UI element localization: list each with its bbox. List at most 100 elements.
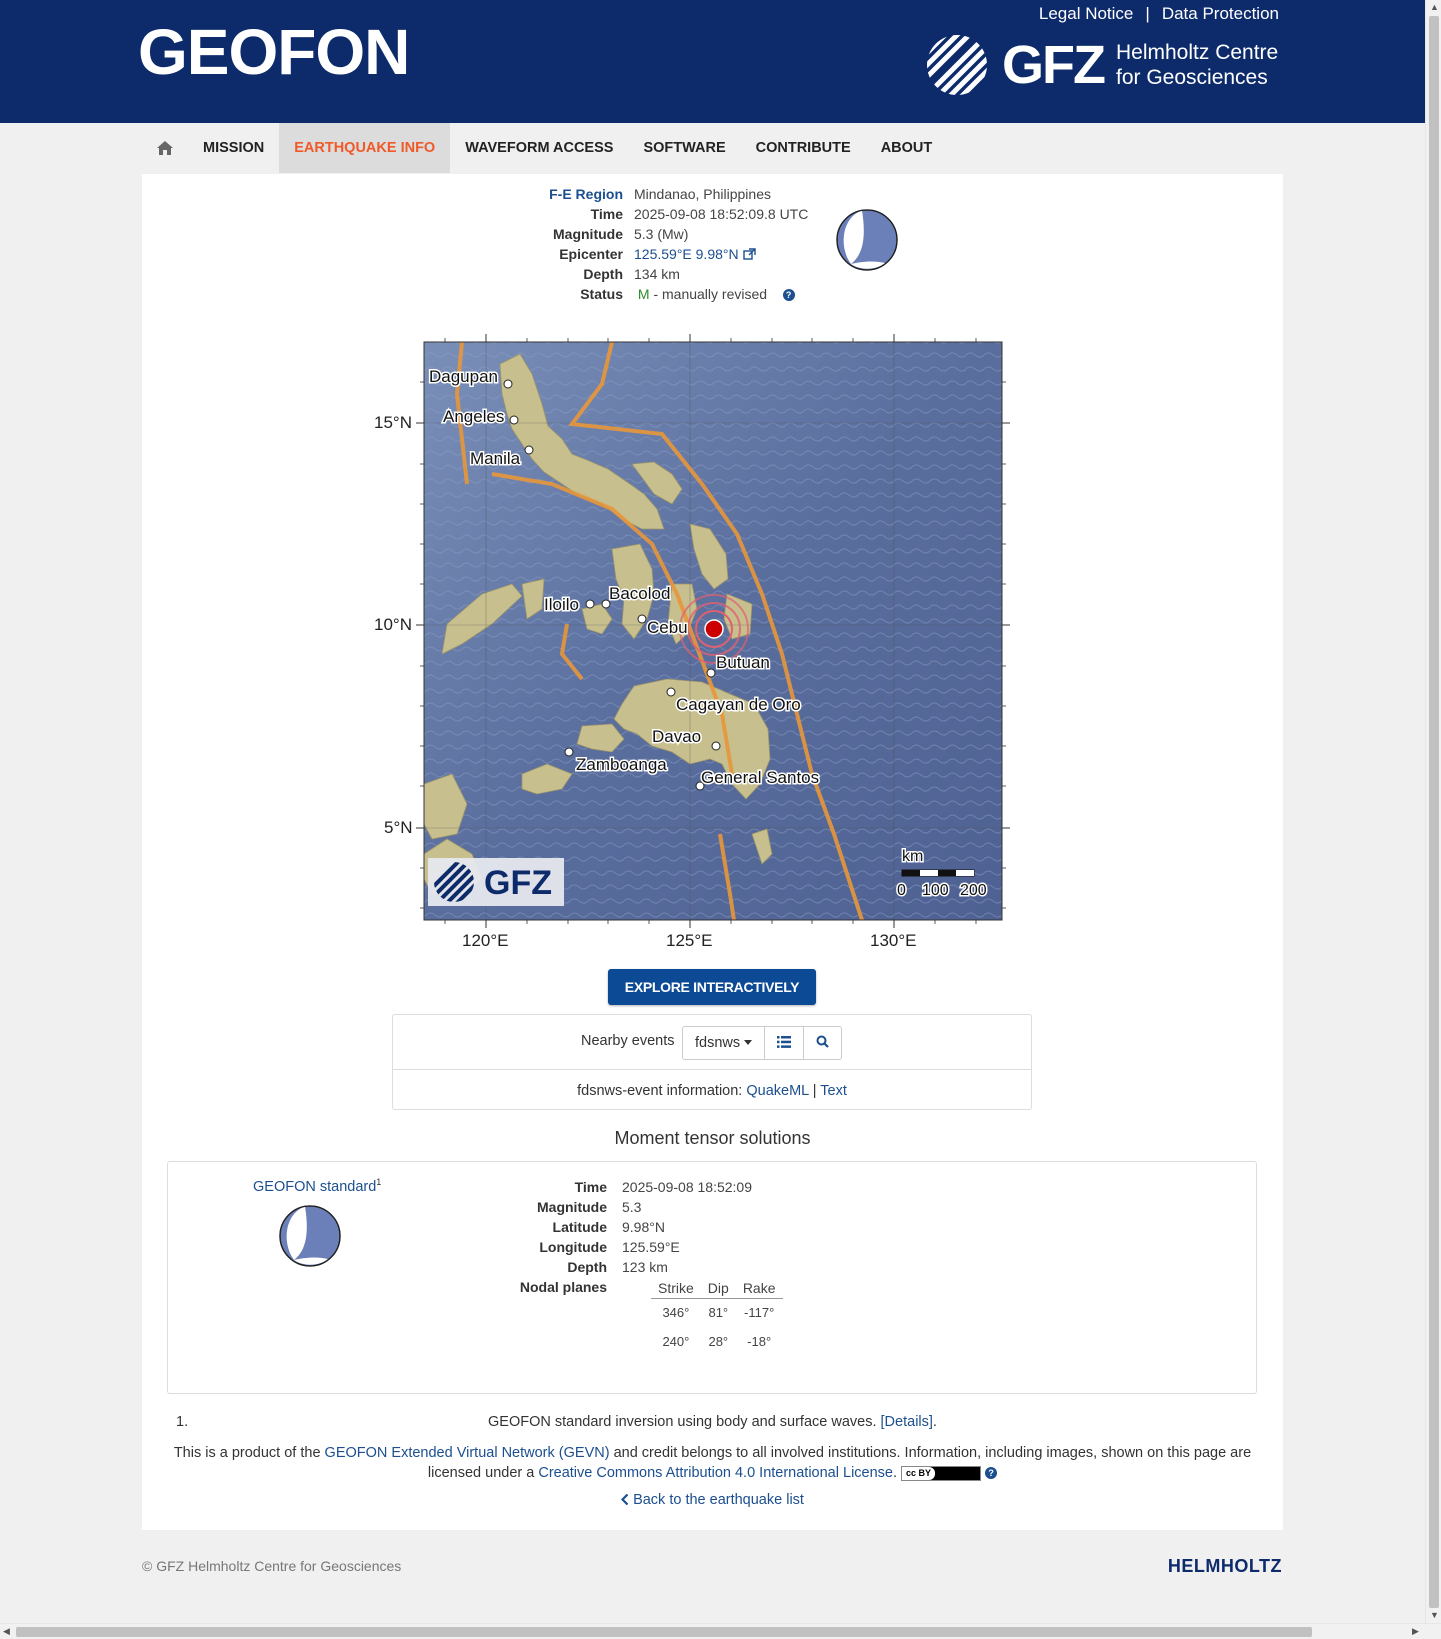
top-links: Legal Notice | Data Protection (1039, 3, 1279, 25)
nearby-events-controls: fdsnws (682, 1026, 843, 1060)
magnitude-value: 5.3 (Mw) (634, 226, 689, 242)
time-value: 2025-09-08 18:52:09.8 UTC (634, 206, 809, 222)
status-text: - manually revised (649, 286, 768, 302)
gfz-wordmark: GFZ (1002, 35, 1106, 95)
search-icon (816, 1035, 829, 1048)
gfz-stripes-icon (927, 35, 987, 95)
back-to-list-link[interactable]: Back to the earthquake list (633, 1492, 804, 1508)
epicenter-link[interactable]: 125.59°E 9.98°N (634, 246, 739, 262)
service-dropdown[interactable]: fdsnws (683, 1027, 766, 1059)
geofon-standard-link[interactable]: GEOFON standard (253, 1179, 376, 1195)
fe-region-label[interactable]: F-E Region (534, 184, 634, 204)
cc-badge-text: cc BY (902, 1466, 936, 1480)
nav-item-about[interactable]: ABOUT (866, 123, 948, 173)
mt-latitude-value: 9.98°N (622, 1219, 665, 1235)
moment-tensor-title: Moment tensor solutions (614, 1128, 811, 1148)
question-icon[interactable]: ? (985, 1467, 998, 1480)
status-code: M (637, 286, 650, 302)
lon-label: 125°E (666, 931, 713, 950)
gfz-subtitle-line2: for Geosciences (1116, 66, 1268, 89)
list-button[interactable] (765, 1027, 805, 1059)
nav-item-earthquake-info[interactable]: EARTHQUAKE INFO (279, 123, 451, 173)
city-label: Zamboanga (576, 755, 667, 774)
explore-interactively-button[interactable]: EXPLORE INTERACTIVELY (608, 969, 816, 1005)
license-text: . (892, 1465, 898, 1481)
license-text: This is a product of the (173, 1445, 325, 1461)
scale-tick: 0 (897, 882, 906, 899)
horizontal-scrollbar[interactable]: ◀ ▶ (0, 1623, 1441, 1639)
scroll-up-icon[interactable]: ▲ (1430, 2, 1439, 12)
gfz-subtitle-line1: Helmholtz Centre (1116, 41, 1279, 64)
status-value: M - manually revised ? (634, 284, 795, 304)
map-logo-text: GFZ (484, 864, 552, 902)
quakeml-link[interactable]: QuakeML (746, 1083, 808, 1099)
back-to-list[interactable]: Back to the earthquake list (142, 1492, 1283, 1508)
depth-value: 134 km (634, 266, 680, 282)
scroll-right-icon[interactable]: ▶ (1412, 1626, 1419, 1637)
question-icon[interactable]: ? (782, 289, 795, 302)
main-content: F-E Region Mindanao, Philippines Time 2025… (142, 174, 1283, 1530)
city-label: Dagupan (429, 367, 498, 386)
details-link[interactable]: [Details] (881, 1414, 933, 1430)
city-label: Bacolod (609, 584, 670, 603)
mt-depth-value: 123 km (622, 1259, 668, 1275)
vertical-scrollbar[interactable]: ▲ ▼ (1425, 0, 1441, 1623)
lat-label: 10°N (374, 615, 412, 634)
scale-tick: 100 (922, 882, 949, 899)
vertical-scroll-thumb[interactable] (1429, 16, 1439, 1608)
gevn-link[interactable]: GEOFON Extended Virtual Network (GEVN) (325, 1445, 610, 1461)
search-button[interactable] (804, 1027, 841, 1059)
footnote-period: . (932, 1414, 937, 1430)
home-icon (157, 141, 173, 155)
mt-beachball-icon[interactable] (278, 1204, 342, 1268)
nodal-dip: 28° (708, 1334, 729, 1349)
epicenter-value: 125.59°E 9.98°N (634, 244, 756, 264)
scroll-left-icon[interactable]: ◀ (3, 1626, 10, 1637)
cc-license-link[interactable]: Creative Commons Attribution 4.0 Interna… (538, 1465, 893, 1481)
depth-label: Depth (583, 266, 623, 282)
nodal-header: Dip (700, 1278, 736, 1299)
nav-item-waveform-access[interactable]: WAVEFORM ACCESS (450, 123, 628, 173)
footnote-ref[interactable]: 1 (376, 1177, 381, 1187)
nav-home[interactable] (142, 123, 188, 173)
fdsnws-info: fdsnws-event information: QuakeML | Text (393, 1071, 1031, 1111)
nearby-events-panel: Nearby events fdsnws fdsnws-event inform… (392, 1014, 1032, 1110)
site-brand[interactable]: GEOFON (138, 14, 410, 90)
data-protection-link[interactable]: Data Protection (1162, 4, 1279, 23)
event-map[interactable]: Dagupan Angeles Manila Iloilo Bacolod Ce… (372, 334, 1022, 959)
nodal-planes-table: Strike Dip Rake 346° 81° -117° 240° 28° … (651, 1278, 783, 1356)
nav-item-mission[interactable]: MISSION (188, 123, 279, 173)
fdsnws-info-label: fdsnws-event information: (577, 1083, 747, 1099)
helmholtz-logo[interactable]: HELMHOLTZ (1168, 1556, 1282, 1577)
horizontal-scroll-thumb[interactable] (16, 1627, 1312, 1637)
lon-label: 130°E (870, 931, 917, 950)
gfz-logo[interactable]: GFZ Helmholtz Centre for Geosciences (926, 32, 1306, 98)
text-link[interactable]: Text (820, 1083, 847, 1099)
nodal-rake: -117° (744, 1305, 775, 1321)
site-header: GEOFON Legal Notice | Data Protection GFZ … (0, 0, 1425, 123)
nodal-strike: 240° (662, 1334, 690, 1349)
city-label: Manila (470, 449, 521, 468)
scroll-down-icon[interactable]: ▼ (1430, 1610, 1439, 1620)
city-label: Butuan (716, 653, 770, 672)
city-label: Iloilo (544, 595, 579, 614)
nav-item-contribute[interactable]: CONTRIBUTE (741, 123, 866, 173)
scale-tick: 200 (960, 882, 987, 899)
license-notice: This is a product of the GEOFON Extended… (152, 1443, 1273, 1483)
cc-by-badge[interactable]: cc BY (901, 1465, 982, 1481)
lat-label: 5°N (384, 818, 413, 837)
city-label: Davao (652, 727, 701, 746)
main-nav: MISSION EARTHQUAKE INFO WAVEFORM ACCESS … (142, 123, 947, 173)
mt-longitude-label: Longitude (539, 1239, 607, 1255)
external-link-icon[interactable] (742, 248, 756, 260)
nav-item-software[interactable]: SOFTWARE (628, 123, 740, 173)
nodal-header: Strike (651, 1278, 701, 1299)
time-label: Time (590, 206, 623, 222)
moment-tensor-panel: GEOFON standard1 Time 2025-09-08 18:52:09… (167, 1161, 1257, 1394)
mt-time-value: 2025-09-08 18:52:09 (622, 1179, 752, 1195)
map-gfz-logo: GFZ (428, 858, 564, 906)
legal-notice-link[interactable]: Legal Notice (1039, 4, 1134, 23)
caret-down-icon (744, 1040, 753, 1045)
status-label: Status (580, 286, 623, 302)
service-dropdown-value: fdsnws (695, 1035, 741, 1051)
